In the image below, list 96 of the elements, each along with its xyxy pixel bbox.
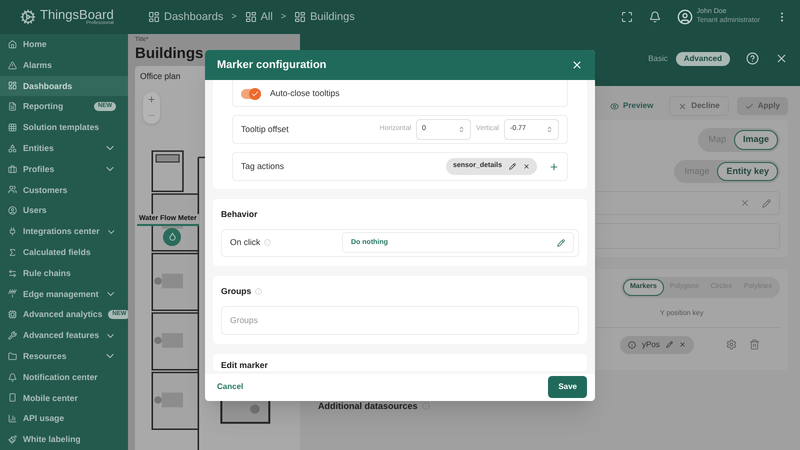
key-chip[interactable]: yPos	[620, 336, 694, 354]
sidebar-item[interactable]: White labeling	[0, 429, 128, 450]
user-icon	[8, 206, 17, 216]
fullscreen-icon[interactable]	[620, 11, 633, 23]
save-button[interactable]: Save	[548, 376, 587, 398]
toggle-label: Auto-close tooltips	[270, 87, 340, 100]
settings-icon[interactable]	[726, 339, 737, 350]
cancel-button[interactable]: Cancel	[213, 380, 248, 392]
sidebar-item[interactable]: Edge management	[0, 284, 128, 304]
field-label: On click	[222, 236, 342, 250]
briefcase-icon	[8, 164, 17, 174]
toggle-option[interactable]: Entity key	[717, 162, 778, 181]
sidebar-item[interactable]: Entities	[0, 138, 128, 159]
clear-icon[interactable]	[740, 198, 750, 208]
warning-icon	[8, 60, 17, 70]
trash-icon[interactable]	[748, 339, 760, 350]
add-icon[interactable]	[549, 162, 559, 172]
arrows-icon	[8, 268, 17, 278]
bell-icon	[8, 372, 17, 382]
mode-option[interactable]: Basic	[644, 53, 672, 65]
sigma-icon	[8, 248, 17, 257]
dashboard-title: Buildings	[135, 45, 204, 64]
section-title: Behavior	[221, 208, 258, 221]
close-icon[interactable]	[775, 52, 788, 65]
remove-icon[interactable]	[678, 341, 686, 348]
info-icon	[255, 288, 262, 295]
sidebar-item[interactable]: Dashboards	[0, 76, 128, 96]
sidebar-item[interactable]: Notification center	[0, 366, 128, 388]
field-label: Tooltip offset	[241, 123, 289, 136]
close-icon[interactable]	[571, 59, 583, 71]
sidebar-item[interactable]: Mobile center	[0, 388, 128, 408]
mode-option[interactable]: Advanced	[676, 52, 730, 66]
wrench-icon	[8, 331, 17, 340]
section-title: Groups	[221, 284, 579, 298]
people-icon	[8, 185, 17, 194]
close-icon	[678, 102, 688, 110]
drop-icon	[168, 232, 176, 242]
folder-icon	[8, 352, 17, 361]
toggle-option[interactable]: Image	[734, 130, 778, 150]
field-label: Tag actions	[241, 160, 284, 173]
sidebar-item[interactable]: Rule chains	[0, 262, 128, 284]
antenna-icon	[8, 289, 17, 298]
stepper-icon[interactable]	[546, 126, 553, 133]
remove-icon[interactable]	[523, 163, 530, 170]
pencil-icon[interactable]	[557, 238, 565, 247]
pencil-icon[interactable]	[509, 163, 516, 170]
shapes-icon	[8, 144, 17, 153]
dialog-title: Marker configuration	[217, 58, 326, 73]
dashboard-icon	[244, 11, 257, 23]
eye-icon	[610, 102, 620, 110]
chip-icon	[8, 310, 17, 320]
notifications-icon[interactable]	[648, 11, 661, 23]
sidebar-item[interactable]: Calculated fields	[0, 242, 128, 263]
toggle-switch[interactable]	[241, 88, 261, 98]
dashboard-icon	[148, 11, 160, 23]
home-icon	[8, 40, 17, 49]
plug-icon	[8, 227, 17, 236]
breadcrumb-link[interactable]: Buildings	[294, 8, 355, 26]
sidebar-item[interactable]: Home	[0, 34, 128, 55]
sidebar-item[interactable]: Profiles	[0, 158, 128, 180]
section-title: Edit marker	[221, 358, 269, 372]
breadcrumb-separator: >	[231, 10, 237, 24]
check-icon	[251, 90, 259, 98]
phone-icon	[8, 393, 17, 402]
pencil-icon[interactable]	[666, 341, 673, 348]
check-icon	[744, 102, 754, 110]
sidebar-item[interactable]: API usage	[0, 408, 128, 430]
sidebar-item[interactable]: Integrations center	[0, 221, 128, 242]
info-icon	[422, 402, 430, 410]
grid-icon	[8, 123, 17, 132]
sidebar-item[interactable]: Customers	[0, 180, 128, 200]
sidebar-item[interactable]: Resources	[0, 346, 128, 367]
widget-title: Office plan	[140, 70, 180, 82]
dashboard-icon	[294, 11, 306, 23]
breadcrumb-link[interactable]: Dashboards	[148, 8, 224, 26]
help-icon[interactable]	[746, 52, 759, 65]
sidebar-item[interactable]: Solution templates	[0, 117, 128, 138]
info-icon	[264, 239, 272, 246]
stepper-icon[interactable]	[458, 126, 466, 133]
dashboard-icon	[8, 81, 17, 90]
brush-icon	[8, 435, 17, 444]
logo-icon	[20, 9, 36, 25]
groups-field[interactable]: Groups	[221, 306, 579, 334]
section-title: Additional datasources	[318, 400, 418, 412]
bar-chart-icon	[8, 414, 17, 424]
info-icon	[628, 340, 636, 348]
preview-button[interactable]: Preview	[602, 97, 662, 115]
app-name: ThingsBoard	[40, 8, 114, 21]
sidebar-item[interactable]: Alarms	[0, 54, 128, 76]
breadcrumb-separator: >	[280, 10, 286, 24]
sidebar-item[interactable]: Advanced features	[0, 325, 128, 346]
document-icon	[8, 102, 17, 112]
avatar-icon[interactable]	[676, 9, 693, 25]
breadcrumb-link[interactable]: All	[244, 8, 273, 26]
zoom-in-icon[interactable]	[147, 95, 156, 104]
sidebar-item[interactable]: Users	[0, 200, 128, 222]
